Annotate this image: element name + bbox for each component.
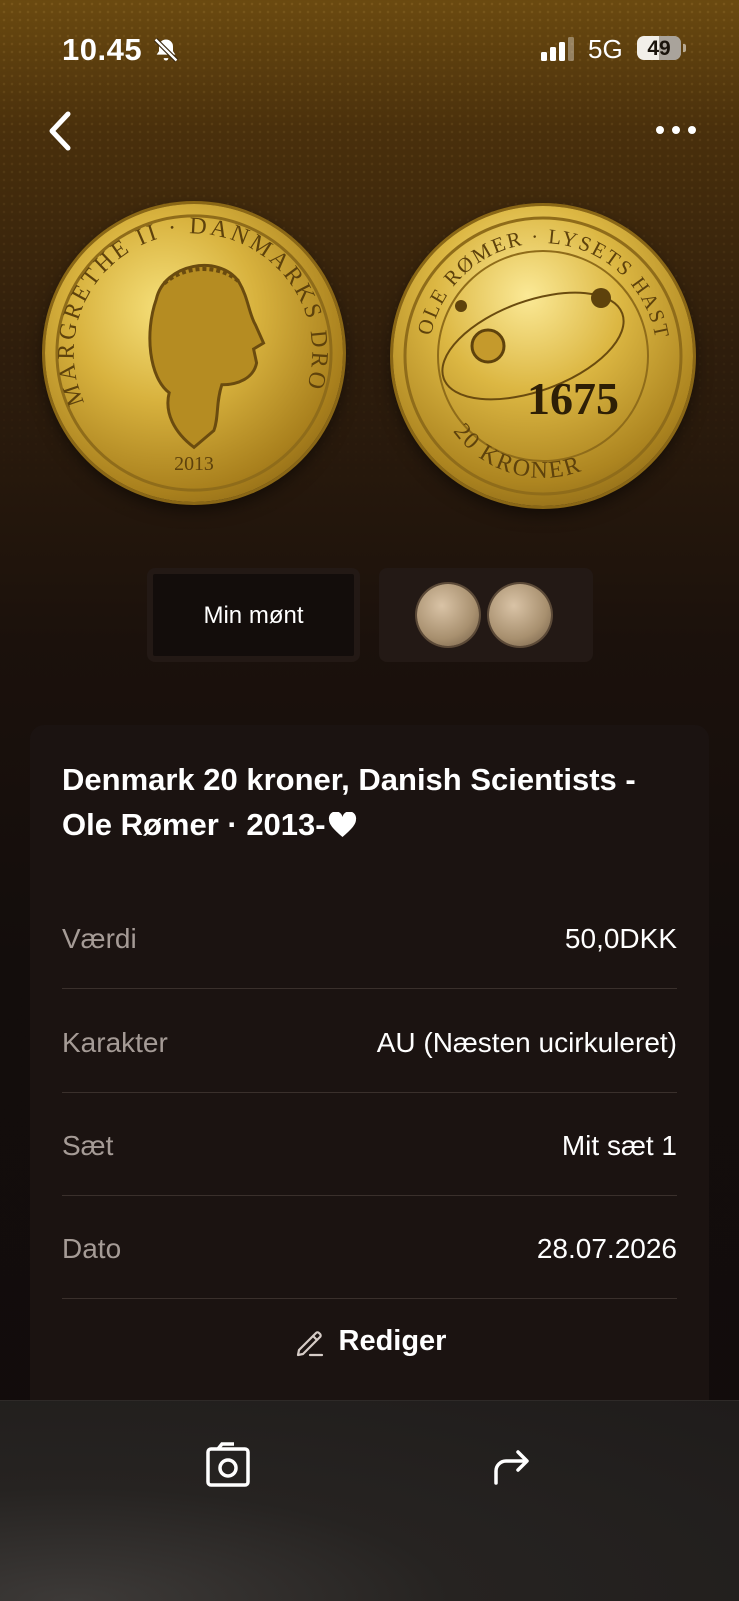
bell-muted-icon bbox=[153, 37, 179, 63]
detail-label: Dato bbox=[62, 1233, 122, 1264]
signal-icon bbox=[541, 37, 574, 61]
edit-label: Rediger bbox=[338, 1325, 447, 1357]
detail-value: AU (Næsten ucirkuleret) bbox=[376, 1027, 677, 1058]
coin-reverse-image[interactable]: OLE RØMER · LYSETS HASTIGHED 1675 20 KRO… bbox=[393, 206, 693, 506]
catalog-reverse-thumbnail bbox=[489, 584, 551, 646]
coin-title: Denmark 20 kroner, Danish Scientists - O… bbox=[62, 757, 682, 847]
obverse-year: 2013 bbox=[174, 453, 214, 475]
network-type: 5G bbox=[588, 34, 623, 64]
status-bar: 10.45 5G 49 bbox=[0, 0, 739, 100]
bottom-toolbar bbox=[0, 1400, 739, 1601]
reverse-value: 20 KRONER bbox=[448, 419, 583, 484]
detail-label: Sæt bbox=[62, 1130, 114, 1161]
coin-obverse-image[interactable]: MARGRETHE II · DANMARKS DRONNING 2013 bbox=[45, 204, 343, 502]
battery-level: 49 bbox=[647, 37, 671, 60]
edit-button[interactable]: Rediger bbox=[30, 1325, 709, 1385]
my-coin-thumbnail-button[interactable]: Min mønt bbox=[147, 568, 360, 662]
more-dots-icon[interactable] bbox=[652, 116, 700, 144]
detail-label: Karakter bbox=[62, 1027, 168, 1058]
svg-text:20 KRONER: 20 KRONER bbox=[448, 419, 585, 484]
detail-value: 28.07.2026 bbox=[536, 1233, 677, 1264]
reverse-year: 1675 bbox=[527, 373, 619, 424]
catalog-obverse-thumbnail bbox=[417, 584, 479, 646]
detail-row-set[interactable]: Sæt Mit sæt 1 bbox=[62, 1092, 677, 1196]
battery-icon: 49 bbox=[637, 34, 687, 62]
share-icon[interactable] bbox=[488, 1441, 536, 1489]
reverse-inscription: OLE RØMER · LYSETS HASTIGHED bbox=[393, 206, 673, 341]
detail-row-date[interactable]: Dato 28.07.2026 bbox=[62, 1195, 677, 1299]
detail-row-value: Værdi 50,0DKK bbox=[62, 885, 677, 989]
detail-value: Mit sæt 1 bbox=[561, 1130, 677, 1161]
catalog-images-thumbnail-button[interactable] bbox=[379, 568, 593, 662]
status-time: 10.45 bbox=[62, 32, 143, 67]
camera-icon[interactable] bbox=[204, 1441, 252, 1489]
my-coin-label: Min mønt bbox=[203, 602, 304, 629]
divider bbox=[62, 1298, 677, 1299]
heart-icon[interactable] bbox=[328, 812, 357, 838]
detail-value: 50,0DKK bbox=[564, 923, 677, 954]
svg-text:OLE RØMER · LYSETS HASTIGHED: OLE RØMER · LYSETS HASTIGHED bbox=[393, 206, 675, 341]
pencil-icon bbox=[296, 1330, 323, 1356]
detail-row-grade[interactable]: Karakter AU (Næsten ucirkuleret) bbox=[62, 989, 677, 1093]
back-chevron-icon[interactable] bbox=[44, 108, 80, 154]
detail-label: Værdi bbox=[62, 923, 137, 954]
coin-details-card: Denmark 20 kroner, Danish Scientists - O… bbox=[30, 725, 709, 1425]
